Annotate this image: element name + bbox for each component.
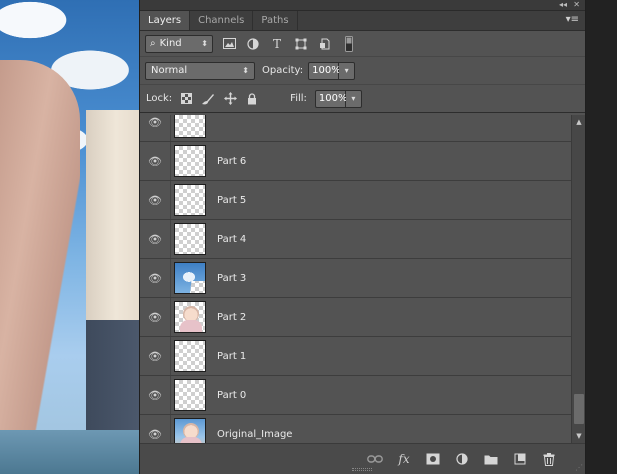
smart-object-filter-icon[interactable] bbox=[317, 36, 333, 52]
layer-row[interactable]: 👁 Original_Image bbox=[140, 415, 571, 443]
scroll-thumb[interactable] bbox=[574, 394, 584, 424]
pixel-layer-filter-icon[interactable] bbox=[221, 36, 237, 52]
layer-thumbnail[interactable] bbox=[174, 115, 206, 138]
fill-input[interactable]: 100% bbox=[314, 89, 348, 108]
filter-toggle-icon[interactable] bbox=[341, 35, 357, 52]
layer-name[interactable]: Part 1 bbox=[217, 351, 246, 362]
link-layers-icon[interactable] bbox=[367, 451, 383, 467]
layer-thumbnail[interactable] bbox=[174, 262, 206, 294]
layers-bottom-toolbar: fx ⋰ bbox=[140, 443, 585, 474]
blend-mode-row: Normal ⬍ Opacity: 100% ▾ bbox=[140, 57, 585, 85]
fx-layer-style-icon[interactable]: fx bbox=[396, 451, 412, 467]
layer-name[interactable]: Part 3 bbox=[217, 273, 246, 284]
lock-all-icon[interactable] bbox=[244, 91, 260, 107]
workspace-edge bbox=[586, 0, 617, 474]
eye-visibility-icon[interactable]: 👁 bbox=[140, 428, 170, 441]
blend-mode-value: Normal bbox=[151, 65, 188, 76]
artwork-sea bbox=[0, 430, 139, 474]
layer-name[interactable]: Part 0 bbox=[217, 390, 246, 401]
chevron-down-icon[interactable]: ▾ bbox=[339, 61, 356, 80]
layer-filter-row: ⌕ Kind ⬍ T bbox=[140, 31, 585, 57]
panel-menu-icon[interactable]: ▾≡ bbox=[566, 14, 579, 25]
eye-visibility-icon[interactable]: 👁 bbox=[140, 311, 170, 324]
eye-visibility-icon[interactable]: 👁 bbox=[140, 194, 170, 207]
scroll-down-arrow-icon[interactable]: ▼ bbox=[572, 431, 586, 441]
layer-thumbnail[interactable] bbox=[174, 184, 206, 216]
layer-thumbnail[interactable] bbox=[174, 379, 206, 411]
eye-visibility-icon[interactable]: 👁 bbox=[140, 155, 170, 168]
panel-resize-handle[interactable] bbox=[352, 468, 372, 471]
layer-row[interactable]: 👁 bbox=[140, 115, 571, 142]
eye-visibility-icon[interactable]: 👁 bbox=[140, 389, 170, 402]
layer-row[interactable]: 👁 Part 5 bbox=[140, 181, 571, 220]
close-x-icon[interactable]: ✕ bbox=[573, 0, 580, 10]
layer-name[interactable]: Part 5 bbox=[217, 195, 246, 206]
eye-visibility-icon[interactable]: 👁 bbox=[140, 116, 170, 129]
layer-row[interactable]: 👁 Part 6 bbox=[140, 142, 571, 181]
lock-row: Lock: Fill: 100% ▾ bbox=[140, 85, 585, 113]
layer-name[interactable]: Part 2 bbox=[217, 312, 246, 323]
filter-kind-label: Kind bbox=[159, 38, 182, 49]
search-icon: ⌕ bbox=[150, 38, 156, 49]
layer-thumbnail[interactable] bbox=[174, 418, 206, 443]
filter-kind-select[interactable]: ⌕ Kind ⬍ bbox=[145, 34, 213, 53]
type-filter-icon[interactable]: T bbox=[269, 36, 285, 52]
layers-panel: ◂◂ ✕ Layers Channels Paths ▾≡ ⌕ Kind ⬍ T bbox=[139, 0, 586, 474]
updown-arrow-icon: ⬍ bbox=[242, 66, 249, 75]
chevron-down-icon[interactable]: ▾ bbox=[345, 89, 362, 108]
opacity-label: Opacity: bbox=[262, 65, 304, 76]
lock-transparent-pixels-icon[interactable] bbox=[178, 91, 194, 107]
panel-title-bar[interactable]: ◂◂ ✕ bbox=[140, 0, 585, 11]
layer-thumbnail[interactable] bbox=[174, 340, 206, 372]
shape-filter-icon[interactable] bbox=[293, 36, 309, 52]
new-group-folder-icon[interactable] bbox=[483, 451, 499, 467]
lock-label: Lock: bbox=[146, 93, 173, 104]
layers-scrollbar[interactable]: ▲ ▼ bbox=[571, 115, 585, 443]
layer-thumbnail[interactable] bbox=[174, 145, 206, 177]
double-chevron-left-icon[interactable]: ◂◂ bbox=[559, 0, 567, 10]
fill-label: Fill: bbox=[290, 93, 307, 104]
tab-layers[interactable]: Layers bbox=[140, 11, 191, 30]
layer-name[interactable]: Part 6 bbox=[217, 156, 246, 167]
opacity-input[interactable]: 100% bbox=[308, 61, 341, 80]
blend-mode-select[interactable]: Normal ⬍ bbox=[145, 61, 255, 80]
lock-image-pixels-icon[interactable] bbox=[200, 91, 216, 107]
delete-layer-icon[interactable] bbox=[541, 451, 557, 467]
add-mask-icon[interactable] bbox=[425, 451, 441, 467]
layer-row[interactable]: 👁 Part 0 bbox=[140, 376, 571, 415]
panel-tabs: Layers Channels Paths ▾≡ bbox=[140, 11, 585, 31]
layer-row[interactable]: 👁 Part 1 bbox=[140, 337, 571, 376]
layers-list[interactable]: 👁 👁 Part 6 👁 Part 5 👁 Part 4 👁 Part 3 👁 … bbox=[140, 115, 585, 443]
layer-name[interactable]: Original_Image bbox=[217, 429, 292, 440]
layer-name[interactable]: Part 4 bbox=[217, 234, 246, 245]
layer-thumbnail[interactable] bbox=[174, 301, 206, 333]
tab-channels[interactable]: Channels bbox=[190, 11, 254, 30]
updown-arrow-icon: ⬍ bbox=[201, 39, 208, 48]
layer-row[interactable]: 👁 Part 3 bbox=[140, 259, 571, 298]
layer-row[interactable]: 👁 Part 2 bbox=[140, 298, 571, 337]
new-adjustment-layer-icon[interactable] bbox=[454, 451, 470, 467]
eye-visibility-icon[interactable]: 👁 bbox=[140, 233, 170, 246]
scroll-up-arrow-icon[interactable]: ▲ bbox=[572, 117, 586, 127]
resize-corner-icon[interactable]: ⋰ bbox=[575, 463, 583, 472]
new-layer-icon[interactable] bbox=[512, 451, 528, 467]
layer-thumbnail[interactable] bbox=[174, 223, 206, 255]
eye-visibility-icon[interactable]: 👁 bbox=[140, 272, 170, 285]
lock-position-icon[interactable] bbox=[222, 91, 238, 107]
tab-paths[interactable]: Paths bbox=[253, 11, 298, 30]
adjustment-filter-icon[interactable] bbox=[245, 36, 261, 52]
canvas-artwork bbox=[0, 0, 139, 474]
eye-visibility-icon[interactable]: 👁 bbox=[140, 350, 170, 363]
layer-row[interactable]: 👁 Part 4 bbox=[140, 220, 571, 259]
artwork-hair bbox=[0, 60, 80, 474]
